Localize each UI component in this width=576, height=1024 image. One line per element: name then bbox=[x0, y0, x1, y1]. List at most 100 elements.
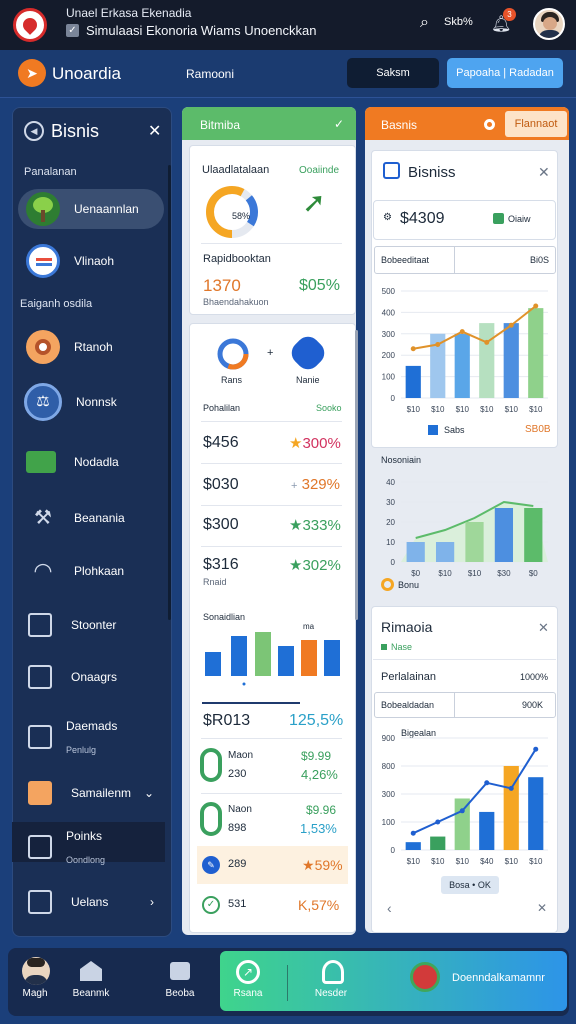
bar bbox=[479, 323, 495, 398]
trend-point bbox=[410, 346, 416, 352]
list-pct: K,57% bbox=[298, 897, 340, 913]
legend-label: SB0B bbox=[525, 424, 551, 435]
app-logo-icon[interactable]: ➤ bbox=[18, 59, 46, 87]
summary-pct: 125,5% bbox=[289, 712, 344, 729]
sidebar-scrollbar[interactable] bbox=[168, 165, 171, 620]
row-label: Rapidbooktan bbox=[203, 253, 271, 265]
pie-icon bbox=[217, 338, 249, 370]
trend-point bbox=[508, 785, 514, 791]
trend-point bbox=[459, 808, 465, 814]
checkbox-icon[interactable]: ✓ bbox=[66, 24, 79, 37]
sidebar-item[interactable]: Rtanoh bbox=[18, 327, 164, 367]
value-pct: $05% bbox=[299, 277, 340, 294]
brand-logo-icon[interactable] bbox=[13, 8, 47, 42]
search-label[interactable]: Skb% bbox=[444, 16, 473, 28]
status-badge[interactable]: Bosa • OK bbox=[441, 876, 499, 894]
record-icon[interactable] bbox=[484, 119, 495, 130]
x-tick-label: $10 bbox=[431, 857, 445, 866]
card-tag: Oiaiw bbox=[508, 214, 531, 224]
panel-right-title: Basnis bbox=[381, 118, 418, 132]
y-tick-label: 100 bbox=[382, 818, 396, 827]
user-avatar[interactable] bbox=[22, 957, 50, 985]
apple-icon[interactable] bbox=[410, 962, 440, 992]
bar bbox=[324, 640, 340, 676]
bottom-item-label: Beoba bbox=[165, 988, 195, 999]
x-tick-label: $0 bbox=[529, 569, 538, 578]
legend-swatch bbox=[428, 425, 438, 435]
list-value: 898 bbox=[228, 822, 247, 834]
sidebar-item[interactable]: Nodadla bbox=[18, 442, 164, 482]
sidebar-item[interactable]: Samailenm ⌄ bbox=[18, 773, 164, 813]
check-icon: ✓ bbox=[202, 896, 220, 914]
bottom-item-label[interactable]: Doenndalkamamnr bbox=[452, 972, 545, 984]
building-icon bbox=[28, 613, 52, 637]
close-icon[interactable]: ✕ bbox=[538, 620, 549, 636]
sidebar-item[interactable]: Onaagrs bbox=[18, 657, 164, 697]
chevron-left-icon[interactable]: ‹ bbox=[387, 900, 392, 916]
tag-icon bbox=[381, 644, 387, 650]
table-label: Pohalilan bbox=[203, 403, 241, 413]
close-icon[interactable]: ✕ bbox=[537, 901, 547, 915]
balance-icon: ⚖ bbox=[24, 383, 62, 421]
bar bbox=[255, 632, 271, 676]
sidebar-item[interactable]: Daemads Penlulg bbox=[18, 712, 164, 762]
document-icon bbox=[28, 835, 52, 859]
x-tick-label: $10 bbox=[407, 857, 421, 866]
legend-label: Sabs bbox=[444, 425, 465, 435]
x-tick-label: $10 bbox=[529, 405, 543, 414]
close-icon[interactable]: ✕ bbox=[148, 121, 161, 141]
pie-icon bbox=[26, 330, 60, 364]
chevron-down-icon[interactable]: ⌄ bbox=[144, 786, 154, 800]
app-name: Unoardia bbox=[52, 64, 121, 83]
bottom-item-label: Nesder bbox=[314, 988, 348, 999]
icon-label: Nanie bbox=[296, 375, 320, 385]
bar bbox=[430, 836, 446, 850]
sidebar-item[interactable]: Stoonter bbox=[18, 605, 164, 645]
select-label: Bobealdadan bbox=[381, 700, 435, 710]
check-icon[interactable]: ✓ bbox=[334, 117, 344, 131]
save-button[interactable]: Saksm bbox=[347, 58, 439, 88]
y-tick-label: 300 bbox=[382, 790, 396, 799]
chart-label: Sonaidlian bbox=[203, 612, 246, 622]
search-icon[interactable]: ⌕ bbox=[420, 14, 429, 32]
y-tick-label: 30 bbox=[386, 498, 395, 507]
panel-scrollbar[interactable] bbox=[355, 330, 358, 620]
list-value: 531 bbox=[228, 898, 247, 910]
compass-icon[interactable]: ↗ bbox=[236, 960, 260, 984]
x-tick-label: $10 bbox=[505, 857, 519, 866]
header-tag[interactable]: Flannaot bbox=[505, 111, 567, 137]
action-button[interactable]: Papoaha | Radadan bbox=[447, 58, 563, 88]
bar bbox=[231, 636, 247, 676]
camera-icon[interactable] bbox=[170, 962, 190, 980]
trend-point bbox=[533, 303, 539, 309]
card-title: Bisniss bbox=[408, 164, 456, 181]
tool-icon: ⚒ bbox=[34, 507, 52, 529]
sidebar-item[interactable]: Vlinaoh bbox=[18, 241, 164, 281]
bottom-item-label: Magh bbox=[22, 988, 48, 999]
leaf-icon[interactable] bbox=[322, 960, 344, 984]
area-bar-chart: 0 10 20 30 40 $0 $10 $10 $30 $0 bbox=[386, 478, 548, 578]
nav-link[interactable]: Ramooni bbox=[186, 67, 234, 81]
sidebar-item[interactable]: Uenaannlan bbox=[18, 189, 164, 229]
x-tick-label: $10 bbox=[456, 405, 470, 414]
bar bbox=[524, 508, 543, 562]
x-tick-label: $10 bbox=[529, 857, 543, 866]
trend-icon: ➚ bbox=[302, 187, 326, 218]
gear-icon: ⚙ bbox=[383, 212, 392, 223]
y-tick-label: 500 bbox=[382, 287, 396, 296]
row-value: 1000% bbox=[520, 672, 549, 682]
chevron-right-icon[interactable]: › bbox=[150, 895, 154, 909]
sidebar-item[interactable]: ⚒ Beanania bbox=[18, 498, 164, 538]
sidebar-title: Bisnis bbox=[51, 121, 100, 141]
close-icon[interactable]: ✕ bbox=[538, 164, 550, 181]
x-tick-label: $10 bbox=[468, 569, 482, 578]
list-pct: ★59% bbox=[302, 857, 343, 873]
select-label: Bobeeditaat bbox=[381, 255, 430, 265]
user-avatar[interactable] bbox=[533, 8, 565, 40]
trend-point bbox=[410, 830, 416, 836]
sidebar-item[interactable]: Uelans › bbox=[18, 882, 164, 922]
row-pct: + 329% bbox=[291, 476, 340, 493]
sidebar-item[interactable]: ◠ Plohkaan bbox=[18, 551, 164, 591]
sidebar-item[interactable]: Poinks Oondlong bbox=[18, 822, 164, 872]
sidebar-item[interactable]: ⚖ Nonnsk bbox=[18, 382, 164, 422]
